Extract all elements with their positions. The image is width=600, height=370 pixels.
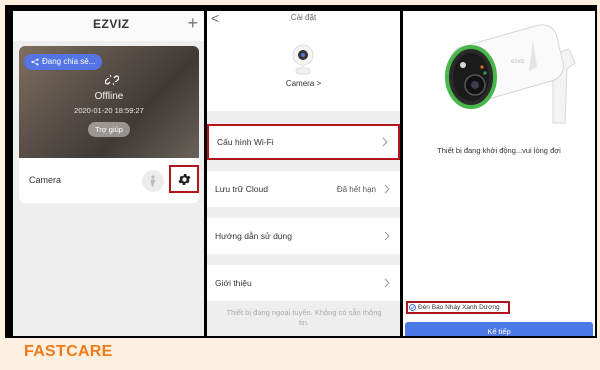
settings-title: Cài đặt — [290, 13, 317, 22]
cloud-storage-status: Đã hết hạn — [336, 184, 376, 194]
screenshot-frame: EZVIZ + Đang chia sẻ... Offline 2020-01-… — [5, 5, 597, 338]
camera-icon — [292, 44, 314, 75]
cloud-storage-label: Lưu trữ Cloud — [215, 184, 268, 194]
brand-logo: FASTCARE — [24, 343, 113, 360]
about-row[interactable]: Giới thiệu — [207, 265, 400, 301]
settings-header: < Cài đặt Camera > — [207, 11, 400, 111]
about-label: Giới thiệu — [215, 278, 252, 288]
next-button[interactable]: Kế tiếp — [405, 322, 593, 336]
camera-name: Camera — [29, 175, 62, 185]
camera-info-bar: Camera — [19, 158, 199, 203]
share-label: Đang chia sẻ... — [42, 57, 96, 66]
help-button[interactable]: Trợ giúp — [88, 122, 130, 137]
cloud-storage-row[interactable]: Lưu trữ Cloud Đã hết hạn — [207, 171, 400, 207]
device-name-link[interactable]: Camera > — [207, 79, 400, 88]
last-seen-timestamp: 2020-01-20 18:59:27 — [74, 106, 144, 115]
offline-status: Offline — [94, 91, 124, 102]
share-status-pill[interactable]: Đang chia sẻ... — [24, 54, 103, 70]
device-list-screen: EZVIZ + Đang chia sẻ... Offline 2020-01-… — [13, 11, 204, 336]
device-startup-screen: ezviz Thiết bị đang khởi động...vui lòng… — [403, 11, 595, 336]
chevron-right-icon — [382, 137, 388, 147]
wifi-config-label: Cấu hình Wi-Fi — [217, 137, 274, 147]
chevron-right-icon — [384, 184, 390, 194]
user-guide-row[interactable]: Hướng dẫn sử dụng — [207, 218, 400, 254]
offline-note: Thiết bị đang ngoại tuyến. Không có sẵn … — [226, 308, 382, 327]
app-title: EZVIZ — [93, 17, 130, 31]
wifi-config-row[interactable]: Cấu hình Wi-Fi — [207, 124, 400, 160]
bullet-camera-image: ezviz — [445, 24, 576, 124]
blue-led-checkbox[interactable]: Đèn Báo Nháy Xanh Dương — [406, 301, 510, 314]
camera-preview-tile[interactable]: Đang chia sẻ... Offline 2020-01-20 18:59… — [19, 46, 199, 158]
chevron-right-icon — [384, 278, 390, 288]
add-device-button[interactable]: + — [187, 13, 198, 33]
chevron-right-icon — [384, 231, 390, 241]
share-icon — [31, 58, 39, 66]
app-header: EZVIZ + — [13, 11, 204, 41]
person-icon — [150, 175, 155, 187]
settings-screen: < Cài đặt Camera > Cấu hình Wi-Fi Lưu tr… — [207, 11, 400, 336]
gear-icon — [178, 173, 190, 185]
motion-detection-button[interactable] — [142, 170, 164, 192]
svg-text:ezviz: ezviz — [511, 59, 525, 65]
check-icon — [410, 305, 415, 310]
checkbox-circle — [409, 304, 416, 311]
user-guide-label: Hướng dẫn sử dụng — [215, 231, 292, 241]
unlink-icon — [105, 75, 119, 85]
startup-status-text: Thiết bị đang khởi động...vui lòng đợi — [437, 146, 561, 155]
settings-button[interactable] — [169, 165, 199, 193]
blue-led-label: Đèn Báo Nháy Xanh Dương — [418, 304, 500, 311]
